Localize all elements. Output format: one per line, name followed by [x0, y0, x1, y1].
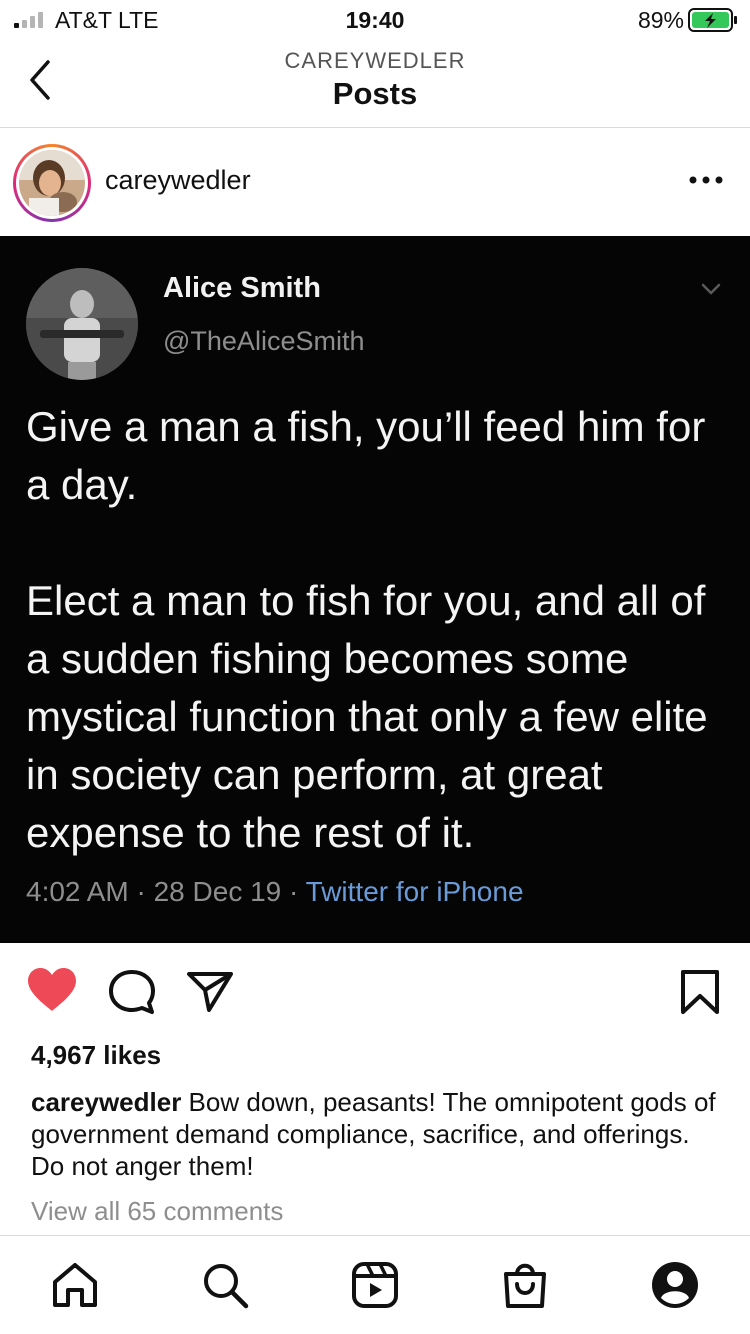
bookmark-icon[interactable]	[680, 969, 720, 1015]
likes-count[interactable]: 4,967 likes	[31, 1040, 161, 1071]
tweet-text-paragraph-1: Give a man a fish, you’ll feed him for a…	[26, 403, 706, 508]
shop-icon[interactable]	[500, 1260, 550, 1310]
chevron-down-icon	[701, 283, 721, 295]
tweet-source: Twitter for iPhone	[305, 876, 524, 907]
battery-percent: 89%	[637, 7, 684, 33]
profile-icon[interactable]	[650, 1260, 700, 1310]
bottom-tab-bar	[0, 1235, 750, 1334]
tweet-author-handle: @TheAliceSmith	[163, 326, 365, 356]
tweet-meta: 4:02 AM · 28 Dec 19 · Twitter for iPhone	[26, 876, 524, 908]
post-caption: careywedler Bow down, peasants! The omni…	[31, 1086, 721, 1182]
search-icon[interactable]	[200, 1260, 250, 1310]
heart-filled-icon[interactable]	[26, 967, 78, 1013]
battery-icon	[688, 8, 737, 32]
reels-icon[interactable]	[350, 1260, 400, 1310]
post-header: careywedler	[0, 129, 750, 236]
account-name: CAREYWEDLER	[284, 48, 466, 73]
tweet-avatar-photo-icon	[26, 268, 138, 380]
home-icon[interactable]	[50, 1260, 100, 1310]
comment-icon[interactable]	[108, 969, 156, 1015]
avatar[interactable]	[13, 144, 91, 222]
page-title: Posts	[332, 76, 418, 111]
tweet-text-paragraph-2: Elect a man to fish for you, and all of …	[26, 577, 708, 856]
page-header: CAREYWEDLER Posts	[0, 44, 750, 128]
tweet-timestamp: 4:02 AM · 28 Dec 19 ·	[26, 876, 306, 907]
more-dots-icon[interactable]	[688, 173, 724, 187]
post-image[interactable]: Alice Smith @TheAliceSmith Give a man a …	[0, 236, 750, 943]
avatar-photo-icon	[19, 150, 85, 216]
view-comments-link[interactable]: View all 65 comments	[31, 1196, 283, 1227]
share-icon[interactable]	[186, 971, 234, 1013]
tweet-author-name: Alice Smith	[163, 272, 321, 304]
status-bar: AT&T LTE 19:40 89%	[0, 0, 750, 44]
caption-username[interactable]: careywedler	[31, 1087, 181, 1117]
post-username[interactable]: careywedler	[105, 165, 251, 196]
post-actions	[0, 943, 750, 1037]
